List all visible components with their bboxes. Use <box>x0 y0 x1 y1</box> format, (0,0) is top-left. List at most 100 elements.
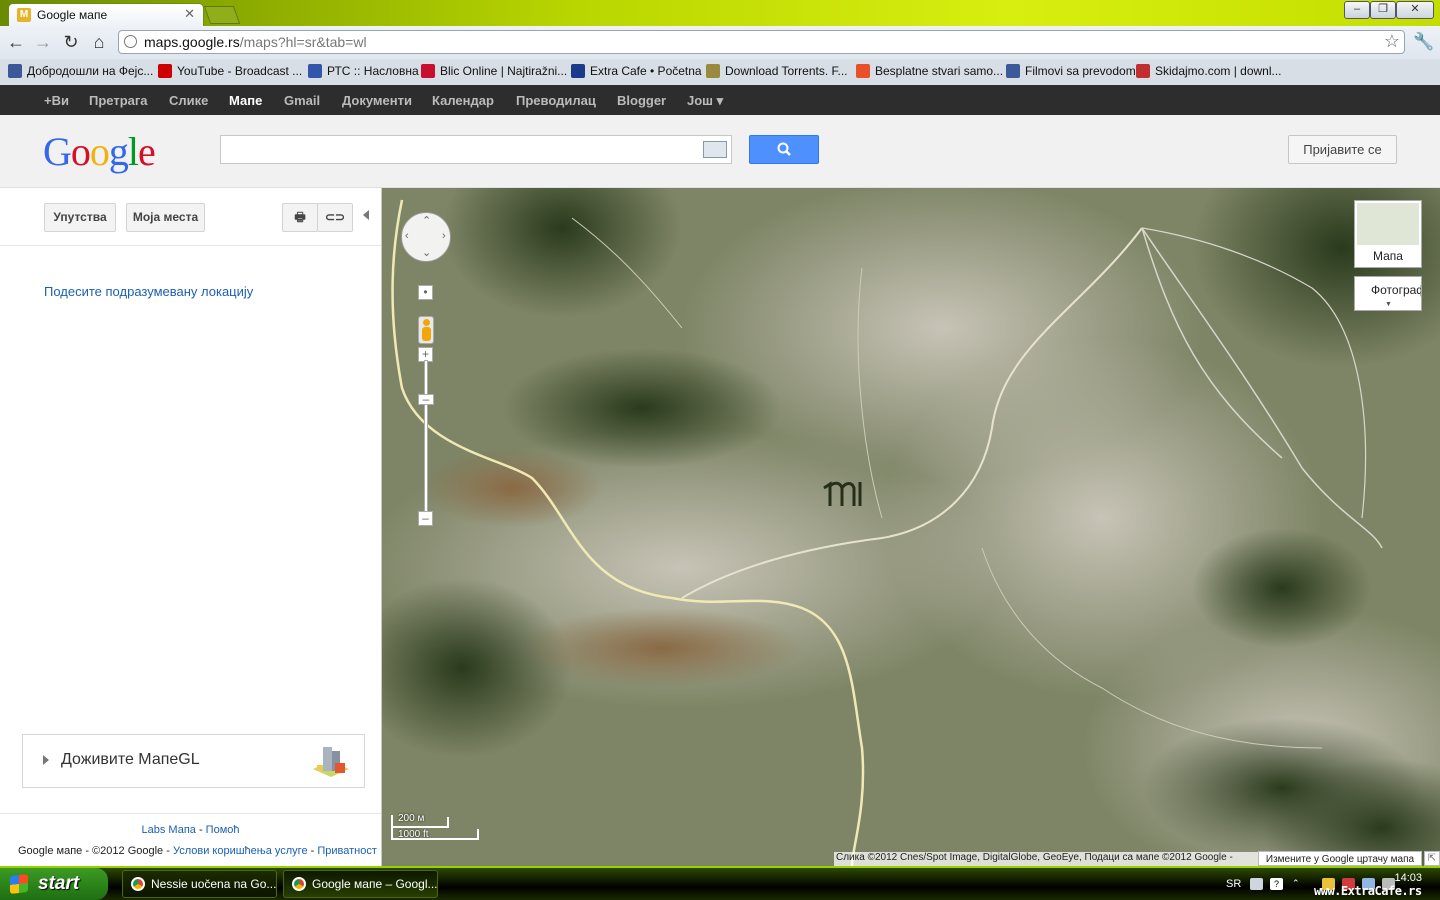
gbar-more[interactable]: Још ▾ <box>687 93 723 109</box>
taskbar-item-active[interactable]: Google мапе – Googl... <box>283 870 438 898</box>
satellite-imagery[interactable] <box>382 188 1440 866</box>
search-button[interactable] <box>749 135 819 164</box>
keyboard-tray-icon[interactable] <box>1250 878 1263 890</box>
close-tab-icon[interactable]: ✕ <box>184 6 195 22</box>
bookmark-item[interactable]: Besplatne stvari samo... <box>856 64 1003 78</box>
clock[interactable]: 14:03 <box>1394 872 1422 884</box>
help-tray-icon[interactable]: ? <box>1270 878 1283 890</box>
resize-corner-icon[interactable]: ⇱ <box>1424 851 1440 866</box>
wrench-menu-icon[interactable]: 🔧 <box>1412 30 1436 54</box>
torrents-icon <box>706 64 720 78</box>
bookmark-star-icon[interactable]: ☆ <box>1384 31 1400 52</box>
extracafe-icon <box>571 64 585 78</box>
start-button[interactable]: start <box>0 868 108 900</box>
chrome-icon <box>131 877 145 891</box>
mapsgl-building-icon <box>313 747 349 777</box>
address-bar[interactable]: maps.google.rs/maps?hl=sr&tab=wl ☆ <box>118 30 1405 54</box>
bookmark-item[interactable]: Download Torrents. F... <box>706 64 848 78</box>
zoom-slider[interactable] <box>424 360 428 520</box>
mapsgl-label: Доживите МапеGL <box>61 751 200 768</box>
forward-icon[interactable]: → <box>30 30 56 54</box>
facebook-icon <box>8 64 22 78</box>
bookmark-item[interactable]: Extra Cafe • Početna <box>571 64 702 78</box>
pan-right-icon[interactable]: › <box>442 230 446 242</box>
gbar-plus[interactable]: +Ви <box>44 93 69 108</box>
filmovi-icon <box>1006 64 1020 78</box>
bookmarks-bar: Добродошли на Фејс... YouTube - Broadcas… <box>0 59 1440 86</box>
maptype-satellite-button[interactable]: Фотографија ▼ <box>1354 276 1422 311</box>
tab-title: Google мапе <box>37 8 108 22</box>
satellite-map[interactable] <box>382 188 1440 866</box>
link-button[interactable]: ⊂⊃ <box>317 203 353 232</box>
gbar-images[interactable]: Слике <box>169 93 208 108</box>
youtube-icon <box>158 64 172 78</box>
taskbar-item[interactable]: Nessie uočena na Go... <box>122 870 277 898</box>
reload-icon[interactable]: ↻ <box>58 30 84 54</box>
mapsgl-promo[interactable]: Доживите МапеGL <box>22 734 365 788</box>
link-icon: ⊂⊃ <box>324 210 346 224</box>
besplatne-icon <box>856 64 870 78</box>
gbar-blogger[interactable]: Blogger <box>617 93 666 108</box>
gbar-translate[interactable]: Преводилац <box>516 93 596 108</box>
bookmark-item[interactable]: YouTube - Broadcast ... <box>158 64 302 78</box>
maptype-map-button[interactable]: Мапа <box>1354 200 1422 268</box>
close-window-button[interactable]: ✕ <box>1396 1 1434 19</box>
pan-down-icon[interactable]: ⌄ <box>422 246 431 259</box>
print-button[interactable]: 🖶 <box>282 203 318 232</box>
home-icon[interactable]: ⌂ <box>86 30 112 54</box>
terms-link[interactable]: Услови коришћења услуге <box>173 845 308 857</box>
directions-button[interactable]: Упутства <box>44 203 116 232</box>
labs-link[interactable]: Labs Мапа <box>142 824 196 836</box>
my-places-button[interactable]: Моја места <box>126 203 205 232</box>
search-input[interactable] <box>220 135 732 164</box>
footer-divider <box>0 813 381 814</box>
browser-tab[interactable]: M Google мапе ✕ <box>8 3 204 26</box>
map-attribution: Слика ©2012 Cnes/Spot Image, DigitalGlob… <box>834 852 1258 866</box>
blic-icon <box>421 64 435 78</box>
gbar-calendar[interactable]: Календар <box>432 93 494 108</box>
my-location-icon[interactable]: • <box>418 285 433 300</box>
url-text: maps.google.rs/maps?hl=sr&tab=wl <box>144 34 367 50</box>
signin-button[interactable]: Пријавите се <box>1288 135 1397 164</box>
maptype-map-label: Мапа <box>1373 249 1403 263</box>
bookmark-item[interactable]: Добродошли на Фејс... <box>8 64 153 78</box>
gbar-gmail[interactable]: Gmail <box>284 93 320 108</box>
panel-divider <box>0 245 381 246</box>
gbar-maps[interactable]: Мапе <box>229 93 262 108</box>
browser-toolbar: ← → ↻ ⌂ maps.google.rs/maps?hl=sr&tab=wl… <box>0 26 1440 60</box>
pegman-icon[interactable] <box>418 316 434 344</box>
google-logo[interactable]: Google <box>43 128 156 175</box>
default-location-link[interactable]: Подесите подразумевану локацију <box>44 284 253 299</box>
minimize-button[interactable]: – <box>1344 1 1370 19</box>
pan-up-icon[interactable]: ⌃ <box>422 214 431 227</box>
pan-control[interactable]: ⌃ ‹ › ⌄ <box>401 212 451 262</box>
pan-left-icon[interactable]: ‹ <box>405 230 409 242</box>
bookmark-item[interactable]: Blic Online | Najtiražni... <box>421 64 567 78</box>
zoom-out-button[interactable]: – <box>418 511 433 526</box>
google-bar: +Ви Претрага Слике Мапе Gmail Документи … <box>0 85 1440 115</box>
gbar-docs[interactable]: Документи <box>342 93 412 108</box>
skidajmo-icon <box>1136 64 1150 78</box>
zoom-slider-handle[interactable]: – <box>418 393 434 405</box>
help-link[interactable]: Помоћ <box>206 824 240 836</box>
bookmark-item[interactable]: РТС :: Насловна <box>308 64 419 78</box>
edit-in-mapmaker-link[interactable]: Измените у Google цртачу мапа <box>1258 851 1422 866</box>
new-tab-button[interactable] <box>203 6 241 24</box>
copyright-text: Google мапе - ©2012 Google - <box>18 845 173 857</box>
bookmark-item[interactable]: Skidajmo.com | downl... <box>1136 64 1282 78</box>
keyboard-icon[interactable] <box>703 141 727 158</box>
magnifier-icon <box>777 142 791 156</box>
windows-logo-icon <box>10 874 28 894</box>
scale-bar: 200 м 1000 ft <box>390 813 480 841</box>
language-indicator[interactable]: SR <box>1226 878 1241 890</box>
privacy-link[interactable]: Приватност <box>317 845 377 857</box>
bookmark-item[interactable]: Filmovi sa prevodom <box>1006 64 1136 78</box>
back-icon[interactable]: ← <box>3 30 29 54</box>
maptype-satellite-label: Фотографија <box>1371 283 1421 297</box>
collapse-panel-icon[interactable] <box>363 210 369 220</box>
watermark-text: www.ExtraCafe.rs <box>1314 884 1422 898</box>
gbar-search[interactable]: Претрага <box>89 93 148 108</box>
maximize-button[interactable]: ❐ <box>1370 1 1396 19</box>
expand-tray-icon[interactable]: ⌃ <box>1292 878 1305 890</box>
maps-favicon-icon: M <box>17 8 31 22</box>
